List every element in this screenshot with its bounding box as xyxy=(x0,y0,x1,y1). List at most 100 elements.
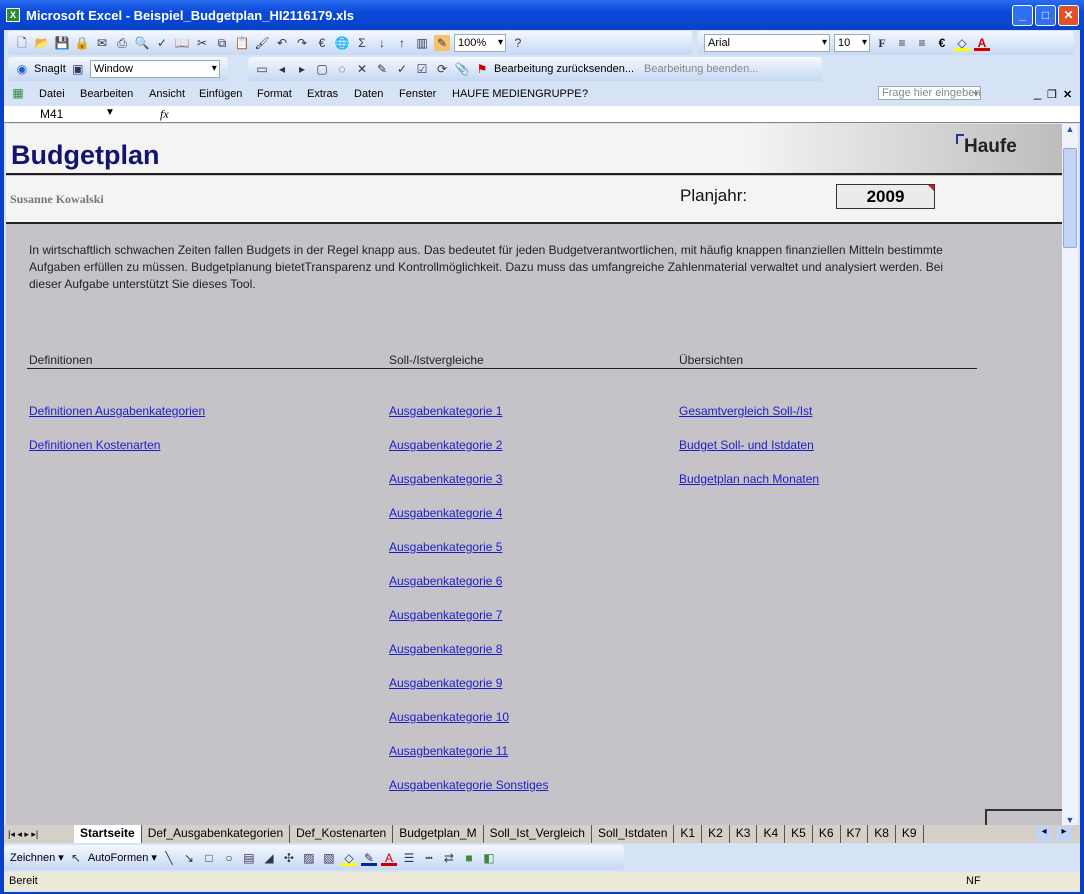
name-box-dropdown[interactable]: ▼ xyxy=(105,107,115,118)
sheet-tab[interactable]: Budgetplan_M xyxy=(393,825,484,843)
hyperlink[interactable]: Ausgabenkategorie 9 xyxy=(389,676,502,690)
sheet-tab[interactable]: K7 xyxy=(841,825,869,843)
fx-icon[interactable]: fx xyxy=(160,107,169,122)
research-icon[interactable]: 📖 xyxy=(174,35,190,51)
snagit-icon[interactable]: ◉ xyxy=(14,61,30,77)
sheet-tab[interactable]: K9 xyxy=(896,825,924,843)
sheet-tab[interactable]: K5 xyxy=(785,825,813,843)
doc-minimize-button[interactable]: _ xyxy=(1034,85,1041,100)
sort-desc-icon[interactable]: ↑ xyxy=(394,35,410,51)
sheet-tab[interactable]: Startseite xyxy=(74,825,142,843)
show-all-icon[interactable]: ◌ xyxy=(334,61,350,77)
prev-comment-icon[interactable]: ◂ xyxy=(274,61,290,77)
track-icon[interactable]: ✎ xyxy=(374,61,390,77)
new-icon[interactable]: 🗋 xyxy=(14,35,30,51)
task-icon[interactable]: ☑ xyxy=(414,61,430,77)
menu-einfuegen[interactable]: Einfügen xyxy=(199,88,242,100)
align-center-icon[interactable]: ≡ xyxy=(914,35,930,51)
picture-icon[interactable]: ▧ xyxy=(321,850,337,866)
fill-color-icon[interactable]: ◇ xyxy=(954,35,970,51)
hyperlink[interactable]: Ausgabenkategorie 2 xyxy=(389,438,502,452)
update-icon[interactable]: ⟳ xyxy=(434,61,450,77)
year-cell[interactable]: 2009 xyxy=(836,184,935,209)
rectangle-icon[interactable]: □ xyxy=(201,850,217,866)
fill-color-icon[interactable]: ◇ xyxy=(340,850,357,866)
euro-button[interactable]: € xyxy=(934,35,950,51)
textbox-icon[interactable]: ▤ xyxy=(241,850,257,866)
sheet-tab[interactable]: K8 xyxy=(868,825,896,843)
close-button[interactable]: ✕ xyxy=(1058,5,1079,26)
font-color-icon[interactable]: A xyxy=(380,850,397,866)
hyperlink[interactable]: Ausgabenkategorie 8 xyxy=(389,642,502,656)
hyperlink[interactable]: Ausagbenkategorie 11 xyxy=(389,744,508,758)
sheet-tab[interactable]: K6 xyxy=(813,825,841,843)
euro-convert-icon[interactable]: € xyxy=(314,35,330,51)
accept-icon[interactable]: ✓ xyxy=(394,61,410,77)
arrow-icon[interactable]: ↘ xyxy=(181,850,197,866)
hyperlink[interactable]: Ausgabenkategorie Sonstiges xyxy=(389,778,548,792)
hyperlink[interactable]: Ausgabenkategorie 6 xyxy=(389,574,502,588)
comment-icon[interactable]: ▭ xyxy=(254,61,270,77)
menu-datei[interactable]: Datei xyxy=(39,88,65,100)
align-left-icon[interactable]: ≡ xyxy=(894,35,910,51)
menu-ansicht[interactable]: Ansicht xyxy=(149,88,185,100)
send-back-button[interactable]: Bearbeitung zurücksenden... xyxy=(494,63,634,75)
shadow-icon[interactable]: ■ xyxy=(461,850,477,866)
print-icon[interactable]: ⎙ xyxy=(114,35,130,51)
sheet-tab[interactable]: Soll_Ist_Vergleich xyxy=(484,825,592,843)
font-select[interactable]: Arial xyxy=(704,34,830,52)
hyperlink[interactable]: Ausgabenkategorie 10 xyxy=(389,710,509,724)
snagit-button[interactable]: SnagIt xyxy=(34,63,66,75)
sheet-tab[interactable]: K3 xyxy=(730,825,758,843)
menu-bearbeiten[interactable]: Bearbeiten xyxy=(80,88,133,100)
sheet-tab[interactable]: Def_Kostenarten xyxy=(290,825,394,843)
chart-icon[interactable]: ▥ xyxy=(414,35,430,51)
arrow-style-icon[interactable]: ⇄ xyxy=(441,850,457,866)
hyperlink[interactable]: Ausgabenkategorie 1 xyxy=(389,404,502,418)
email-icon[interactable]: ✉ xyxy=(94,35,110,51)
line-color-icon[interactable]: ✎ xyxy=(360,850,377,866)
line-style-icon[interactable]: ☰ xyxy=(401,850,417,866)
scroll-thumb[interactable] xyxy=(1063,148,1077,248)
menu-fenster[interactable]: Fenster xyxy=(399,88,436,100)
draw-menu-button[interactable]: Zeichnen ▾ xyxy=(10,851,64,864)
hyperlink[interactable]: Definitionen Kostenarten xyxy=(29,438,160,452)
maximize-button[interactable]: □ xyxy=(1035,5,1056,26)
menu-extras[interactable]: Extras xyxy=(307,88,338,100)
undo-icon[interactable]: ↶ xyxy=(274,35,290,51)
sheet-tab[interactable]: K1 xyxy=(674,825,703,843)
spelling-icon[interactable]: ✓ xyxy=(154,35,170,51)
sheet-tab[interactable]: K2 xyxy=(702,825,730,843)
next-comment-icon[interactable]: ▸ xyxy=(294,61,310,77)
hyperlink-icon[interactable]: 🌐 xyxy=(334,35,350,51)
tab-scroll-right-icon[interactable]: ▸ xyxy=(1056,826,1072,841)
tab-navigation[interactable]: |◂ ◂ ▸ ▸| xyxy=(4,829,74,840)
sort-asc-icon[interactable]: ↓ xyxy=(374,35,390,51)
sheet-tab[interactable]: Def_Ausgabenkategorien xyxy=(142,825,291,843)
redo-icon[interactable]: ↷ xyxy=(294,35,310,51)
menu-haufe[interactable]: HAUFE MEDIENGRUPPE xyxy=(452,88,582,100)
vertical-scrollbar[interactable]: ▲ ▼ xyxy=(1062,124,1078,825)
tab-scroll-left-icon[interactable]: ◂ xyxy=(1036,826,1052,841)
help-search-input[interactable]: Frage hier eingeben xyxy=(878,86,982,100)
help-icon[interactable]: ? xyxy=(510,35,526,51)
line-icon[interactable]: ╲ xyxy=(161,850,177,866)
zoom-select[interactable]: 100% xyxy=(454,34,506,52)
bold-button[interactable]: F xyxy=(874,35,890,51)
hyperlink[interactable]: Definitionen Ausgabenkategorien xyxy=(29,404,205,418)
hyperlink[interactable]: Budgetplan nach Monaten xyxy=(679,472,819,486)
scroll-up-icon[interactable]: ▲ xyxy=(1062,124,1078,140)
hyperlink[interactable]: Ausgabenkategorie 7 xyxy=(389,608,502,622)
menu-format[interactable]: Format xyxy=(257,88,292,100)
font-size-select[interactable]: 10 xyxy=(834,34,870,52)
worksheet[interactable]: Budgetplan Haufe Susanne Kowalski Planja… xyxy=(6,124,1062,825)
cut-icon[interactable]: ✂ xyxy=(194,35,210,51)
copy-icon[interactable]: ⧉ xyxy=(214,35,230,51)
delete-comment-icon[interactable]: ✕ xyxy=(354,61,370,77)
sheet-tab[interactable]: K4 xyxy=(757,825,786,843)
show-comment-icon[interactable]: ▢ xyxy=(314,61,330,77)
minimize-button[interactable]: _ xyxy=(1012,5,1033,26)
font-color-icon[interactable]: A xyxy=(974,35,990,51)
hyperlink[interactable]: Ausgabenkategorie 3 xyxy=(389,472,502,486)
window-select[interactable]: Window xyxy=(89,60,220,78)
